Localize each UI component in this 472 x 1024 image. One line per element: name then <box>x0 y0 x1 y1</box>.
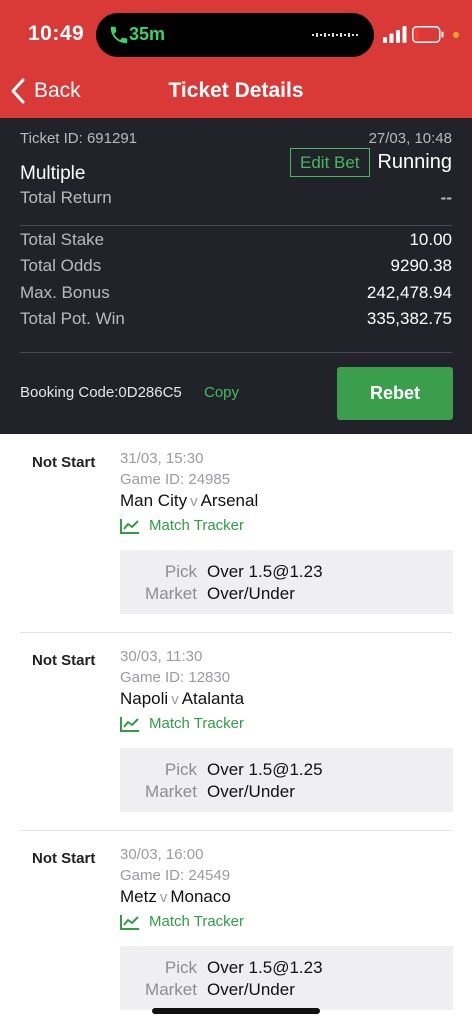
bet-status: Not Start <box>32 454 96 471</box>
call-duration: 35m <box>129 24 166 44</box>
stat-row: Max. Bonus 242,478.94 <box>20 283 452 303</box>
pick-label: Pick <box>164 562 197 581</box>
versus-label: v <box>190 493 198 510</box>
game-id: Game ID: 24985 <box>120 471 231 488</box>
chart-line-icon <box>120 716 139 732</box>
booking-code: Booking Code:0D286C5 <box>20 384 182 401</box>
total-return-row: Total Return -- <box>20 188 452 208</box>
away-team: Atalanta <box>181 689 245 708</box>
privacy-indicator <box>453 32 459 38</box>
home-team: Man City <box>120 491 188 510</box>
total-return-label: Total Return <box>20 188 112 207</box>
market-value: Over/Under <box>207 782 295 801</box>
pick-label: Pick <box>164 958 197 977</box>
market-label: Market <box>145 584 197 603</box>
pick-details: Pick Over 1.5@1.25 Market Over/Under <box>120 748 453 812</box>
stat-value: 10.00 <box>409 230 452 249</box>
ticket-summary: Ticket ID: 691291 27/03, 10:48 Multiple … <box>0 118 472 434</box>
top-bar: 10:49 35m Back Ticket Details <box>0 0 472 118</box>
bet-type: Multiple <box>20 163 86 184</box>
pick-value: Over 1.5@1.25 <box>207 760 323 779</box>
market-value: Over/Under <box>207 980 295 999</box>
chart-line-icon <box>120 914 139 930</box>
stat-label: Max. Bonus <box>20 283 110 302</box>
bet-item: Not Start 30/03, 11:30 Game ID: 12830 Na… <box>0 632 472 830</box>
stat-label: Total Odds <box>20 256 102 275</box>
away-team: Arsenal <box>200 491 259 510</box>
match-tracker-link[interactable]: Match Tracker <box>120 715 244 732</box>
pick-details: Pick Over 1.5@1.23 Market Over/Under <box>120 550 453 614</box>
match-tracker-link[interactable]: Match Tracker <box>120 517 244 534</box>
ticket-id: Ticket ID: 691291 <box>20 130 138 147</box>
edit-bet-button[interactable]: Edit Bet <box>290 148 370 177</box>
match-tracker-label: Match Tracker <box>149 517 245 534</box>
home-team: Napoli <box>120 689 169 708</box>
stat-value: 335,382.75 <box>366 309 452 328</box>
match-tracker-label: Match Tracker <box>149 913 245 930</box>
pick-value: Over 1.5@1.23 <box>207 562 323 581</box>
signal-icon <box>383 26 407 43</box>
ticket-status: Running <box>377 151 452 173</box>
pick-details: Pick Over 1.5@1.23 Market Over/Under <box>120 946 453 1010</box>
pick-value: Over 1.5@1.23 <box>207 958 323 977</box>
match-date: 30/03, 16:00 <box>120 846 204 863</box>
stat-row: Total Odds 9290.38 <box>20 256 452 276</box>
stat-value: 242,478.94 <box>366 283 452 302</box>
versus-label: v <box>159 889 168 906</box>
total-return-value: -- <box>440 188 452 207</box>
market-value: Over/Under <box>207 584 295 603</box>
audio-wave-icon <box>312 33 358 37</box>
pick-label: Pick <box>164 760 197 779</box>
ticket-header-row: Ticket ID: 691291 27/03, 10:48 <box>20 130 452 147</box>
match-teams: Napoli v Atalanta <box>120 689 244 709</box>
bet-item: Not Start 30/03, 16:00 Game ID: 24549 Me… <box>0 830 472 1024</box>
versus-label: v <box>171 691 179 708</box>
status-time: 10:49 <box>28 22 85 45</box>
match-teams: Man City v Arsenal <box>120 491 258 511</box>
ticket-datetime: 27/03, 10:48 <box>368 130 452 147</box>
market-label: Market <box>145 782 197 801</box>
bet-item: Not Start 31/03, 15:30 Game ID: 24985 Ma… <box>0 434 472 632</box>
home-team: Metz <box>120 887 157 906</box>
stat-row: Total Pot. Win 335,382.75 <box>20 309 452 329</box>
stat-label: Total Pot. Win <box>20 309 125 328</box>
battery-icon <box>412 26 444 43</box>
home-indicator[interactable] <box>152 1008 320 1014</box>
stat-row: Total Stake 10.00 <box>20 230 452 250</box>
match-teams: Metz v Monaco <box>120 887 231 907</box>
match-tracker-link[interactable]: Match Tracker <box>120 913 244 930</box>
dynamic-island[interactable]: 35m <box>96 13 374 57</box>
divider <box>20 352 452 353</box>
copy-button[interactable]: Copy <box>204 384 239 401</box>
match-date: 31/03, 15:30 <box>120 450 204 467</box>
page-title: Ticket Details <box>168 79 304 102</box>
away-team: Monaco <box>170 887 231 906</box>
game-id: Game ID: 24549 <box>120 867 231 884</box>
match-tracker-label: Match Tracker <box>149 715 245 732</box>
phone-icon <box>110 26 128 44</box>
rebet-button[interactable]: Rebet <box>337 367 453 420</box>
chart-line-icon <box>120 518 139 534</box>
market-label: Market <box>145 980 197 999</box>
match-date: 30/03, 11:30 <box>120 648 203 665</box>
bet-status: Not Start <box>32 850 96 867</box>
divider <box>20 225 452 226</box>
game-id: Game ID: 12830 <box>120 669 231 686</box>
stat-label: Total Stake <box>20 230 105 249</box>
stat-value: 9290.38 <box>390 256 452 275</box>
bet-status: Not Start <box>32 652 96 669</box>
